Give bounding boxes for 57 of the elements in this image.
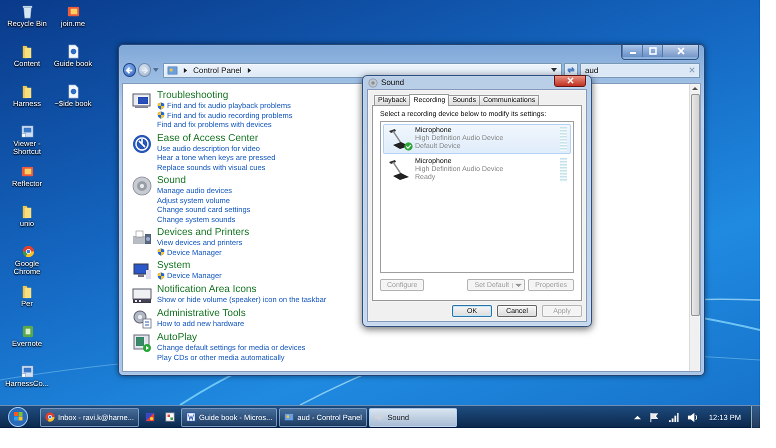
- microphone-icon: [387, 158, 411, 182]
- app-icon: [164, 412, 175, 422]
- category-title-link[interactable]: Ease of Access Center: [157, 132, 276, 144]
- control-panel-icon: [284, 412, 294, 422]
- chevron-icon: [246, 68, 252, 72]
- autoplay-icon: [132, 333, 152, 353]
- control-panel-icon: [167, 64, 178, 76]
- speaker-icon: [368, 78, 378, 88]
- shortcut-icon: [20, 364, 34, 379]
- gear-icon: [132, 309, 152, 329]
- close-icon: [566, 77, 574, 84]
- address-bar[interactable]: Control Panel: [163, 62, 562, 78]
- dropdown-caret-icon: [550, 67, 557, 73]
- scrollbar[interactable]: [689, 84, 700, 371]
- scroll-thumb[interactable]: [690, 94, 700, 316]
- document-icon: [66, 44, 80, 59]
- breadcrumb[interactable]: Control Panel: [193, 66, 242, 74]
- app-icon: [20, 164, 34, 179]
- computer-icon: [132, 261, 152, 281]
- maximize-icon: [648, 47, 658, 55]
- minimize-button[interactable]: [622, 45, 642, 57]
- paint-icon: [144, 412, 155, 422]
- chevron-icon: [183, 68, 188, 72]
- back-arrow-icon: [124, 64, 136, 76]
- start-orb-icon: [8, 407, 28, 427]
- scroll-up-arrow-icon[interactable]: [692, 86, 698, 91]
- category-title-link[interactable]: Devices and Printers: [157, 227, 250, 238]
- browser-icon: [45, 412, 55, 422]
- signal-bars-icon[interactable]: [668, 412, 679, 422]
- search-field[interactable]: aud: [580, 62, 700, 78]
- document-icon: [66, 84, 80, 99]
- dialog-title: Sound: [381, 78, 404, 87]
- show-hidden-icons-arrow-icon[interactable]: [634, 414, 641, 420]
- category-title-link[interactable]: System: [157, 260, 222, 271]
- back-button[interactable]: [123, 63, 136, 77]
- category-title-link[interactable]: AutoPlay: [157, 332, 306, 343]
- category-title-link[interactable]: Troubleshooting: [157, 90, 292, 101]
- show-desktop-button[interactable]: [751, 406, 760, 428]
- forward-arrow-icon: [139, 64, 150, 76]
- shortcut-icon: [20, 124, 34, 139]
- accessibility-icon: [132, 134, 152, 154]
- speaker-icon: [374, 412, 384, 422]
- monitor-icon: [132, 91, 152, 111]
- category-title-link[interactable]: Administrative Tools: [157, 308, 246, 319]
- close-icon: [676, 47, 686, 55]
- app-icon: [66, 4, 80, 19]
- dropdown-caret-icon: [153, 67, 160, 73]
- speaker-icon[interactable]: [686, 412, 698, 422]
- maximize-button[interactable]: [642, 45, 662, 57]
- start-button[interactable]: [6, 406, 30, 428]
- refresh-arrows-icon: [566, 65, 576, 75]
- category-title-link[interactable]: Notification Area Icons: [157, 284, 326, 295]
- flag-icon[interactable]: [648, 412, 660, 422]
- speaker-icon: [132, 176, 152, 196]
- document-icon: [186, 412, 196, 422]
- close-button[interactable]: [554, 74, 586, 86]
- category-title-link[interactable]: Sound: [157, 175, 250, 186]
